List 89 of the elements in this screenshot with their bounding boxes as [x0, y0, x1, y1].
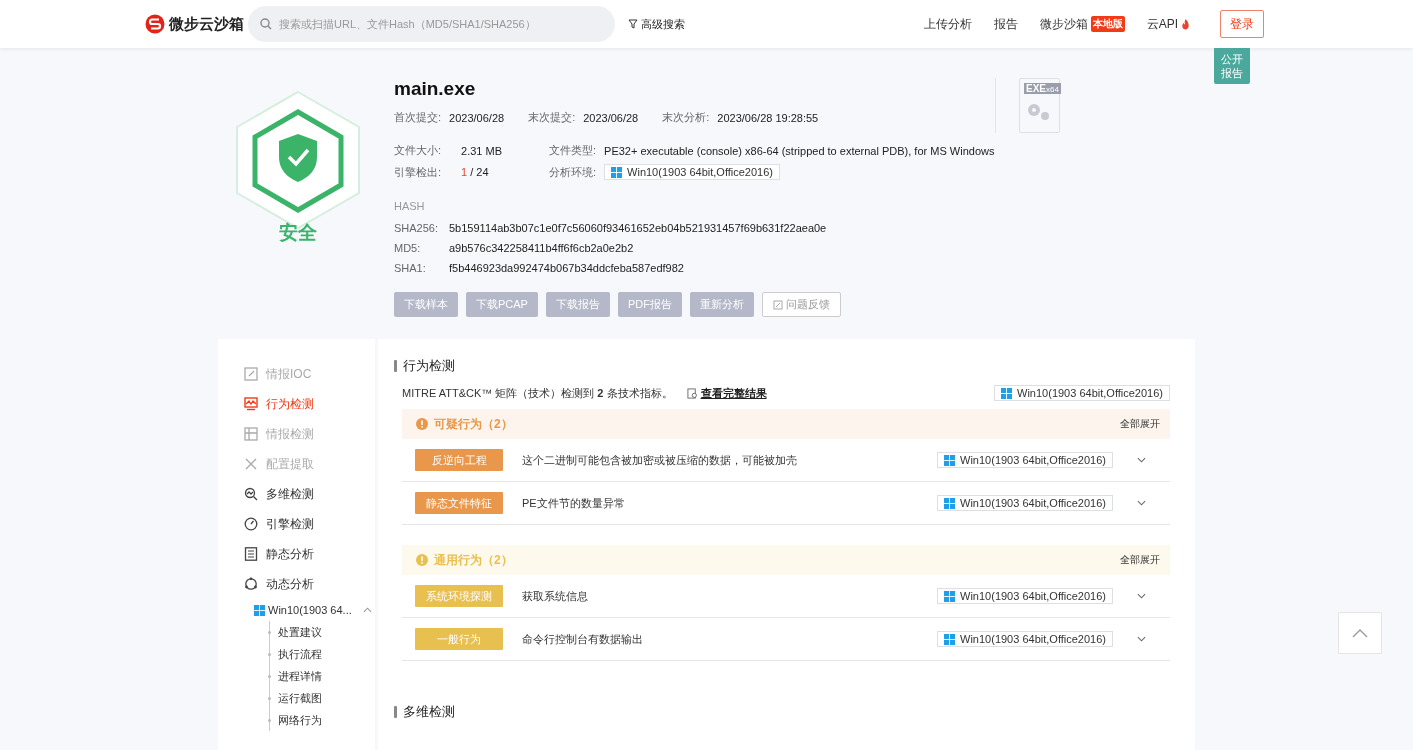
field-label: 文件类型: — [549, 143, 597, 158]
tree-leaf[interactable]: 进程详情 — [278, 668, 322, 684]
field-label: 末次分析: — [662, 110, 710, 125]
login-button[interactable]: 登录 — [1220, 10, 1264, 38]
chevron-icon[interactable] — [1137, 500, 1146, 506]
advanced-search-link[interactable]: 高级搜索 — [628, 16, 685, 32]
field-value: 1 / 24 — [461, 166, 489, 178]
verdict-label: 安全 — [279, 221, 317, 245]
section-title: 多维检测 — [403, 703, 455, 721]
cycle-icon — [244, 577, 258, 591]
windows-icon — [611, 166, 623, 178]
edit-icon — [772, 299, 783, 310]
tree-leaf[interactable]: 网络行为 — [278, 712, 322, 728]
search-icon — [260, 18, 272, 30]
field-label: 首次提交: — [394, 110, 442, 125]
behavior-description: 命令行控制台有数据输出 — [522, 631, 644, 647]
file-name: main.exe — [394, 78, 477, 100]
behavior-description: 获取系统信息 — [522, 588, 589, 604]
expand-all-link[interactable]: 全部展开 — [1120, 417, 1160, 431]
layout-icon — [244, 427, 258, 441]
logo-icon — [145, 14, 165, 34]
sidebar-item[interactable]: 引擎检测 — [218, 509, 375, 539]
edit-icon — [244, 367, 258, 381]
brand-logo[interactable]: 微步云沙箱 — [145, 14, 248, 34]
chevron-up-icon — [1352, 628, 1368, 638]
field-value: 2.31 MB — [461, 144, 503, 157]
field-label: 引擎检出: — [394, 164, 442, 180]
radar-icon — [244, 487, 258, 501]
behavior-description: 这个二进制可能包含被加密或被压缩的数据，可能被加壳 — [522, 452, 798, 468]
sidebar-item[interactable]: 多维检测 — [218, 479, 375, 509]
field-value: PE32+ executable (console) x86-64 (stripped to external PDB), for MS Windows — [604, 144, 995, 157]
environment-tag: Win10(1903 64bit,Office2016) — [604, 164, 780, 180]
field-label: SHA256: — [394, 222, 440, 234]
chevron-icon[interactable] — [1137, 636, 1146, 642]
filter-icon — [628, 19, 638, 29]
field-value: 2023/06/28 19:28:55 — [717, 111, 819, 124]
caret-icon — [362, 607, 372, 613]
activity-icon — [244, 397, 258, 411]
hash-value: 5b159114ab3b07c1e0f7c56060f93461652eb04b521931457f69b631f22aea0e — [449, 222, 828, 234]
chevron-icon[interactable] — [1137, 457, 1146, 463]
field-label: SHA1: — [394, 262, 427, 274]
field-label: 分析环境: — [549, 164, 597, 180]
hash-value: a9b576c342258411b4ff6f6cb2a0e2b2 — [449, 242, 635, 254]
windows-icon — [254, 604, 265, 616]
hash-value: f5b446923da992474b067b34ddcfeba587edf982 — [449, 262, 685, 274]
environment-tag: Win10(1903 64bit,Office2016) — [937, 495, 1113, 511]
search-field[interactable]: 搜索或扫描URL、文件Hash（MD5/SHA1/SHA256） — [248, 6, 615, 42]
nav-link[interactable]: 云API — [1146, 15, 1190, 33]
sidebar-item[interactable]: 静态分析 — [218, 539, 375, 569]
alert-icon — [416, 418, 428, 430]
tools-icon — [244, 457, 258, 471]
list-icon — [244, 547, 258, 561]
environment-tag: Win10(1903 64bit,Office2016) — [994, 385, 1170, 401]
nav-link[interactable]: 报告 — [993, 15, 1018, 33]
sidebar-item[interactable]: 动态分析 — [218, 569, 375, 599]
nav-link[interactable]: 微步沙箱 本地版 — [1039, 15, 1125, 33]
windows-icon — [944, 454, 956, 466]
gauge-icon — [244, 517, 258, 531]
tree-leaf[interactable]: 运行截图 — [278, 690, 322, 706]
group-header: 通用行为（2） 全部展开 — [402, 545, 1170, 575]
field-label: MD5: — [394, 242, 422, 254]
field-value: 2023/06/28 — [449, 111, 505, 124]
field-label: 文件大小: — [394, 143, 442, 158]
tree-leaf[interactable]: 执行流程 — [278, 646, 322, 662]
nav-link[interactable]: 上传分析 — [923, 15, 972, 33]
section-label: HASH — [394, 200, 426, 212]
tree-leaf[interactable]: 处置建议 — [278, 624, 322, 640]
environment-tag: Win10(1903 64bit,Office2016) — [937, 588, 1113, 604]
sidebar-item[interactable]: 行为检测 — [218, 389, 375, 419]
badge: 本地版 — [1090, 16, 1125, 32]
group-header: 可疑行为（2） 全部展开 — [402, 409, 1170, 439]
chevron-icon[interactable] — [1137, 593, 1146, 599]
alert-icon — [416, 554, 428, 566]
windows-icon — [944, 590, 956, 602]
environment-tag: Win10(1903 64bit,Office2016) — [937, 452, 1113, 468]
expand-all-link[interactable]: 全部展开 — [1120, 553, 1160, 567]
full-results-link[interactable]: 查看完整结果 — [700, 385, 767, 401]
field-value: 2023/06/28 — [583, 111, 639, 124]
section-title: 行为检测 — [403, 357, 455, 375]
behavior-description: PE文件节的数量异常 — [522, 495, 626, 511]
environment-tag: Win10(1903 64bit,Office2016) — [937, 631, 1113, 647]
windows-icon — [944, 497, 956, 509]
summary-text: MITRE ATT&CK™ 矩阵（技术）检测到 2 条技术指标。 — [402, 385, 673, 401]
windows-icon — [944, 633, 956, 645]
document-search-icon — [686, 387, 698, 399]
exe-file-icon: EXEx64 — [1019, 78, 1060, 133]
field-label: 末次提交: — [528, 110, 576, 125]
tree-item[interactable]: Win10(1903 64... — [218, 599, 375, 621]
windows-icon — [1001, 387, 1013, 399]
